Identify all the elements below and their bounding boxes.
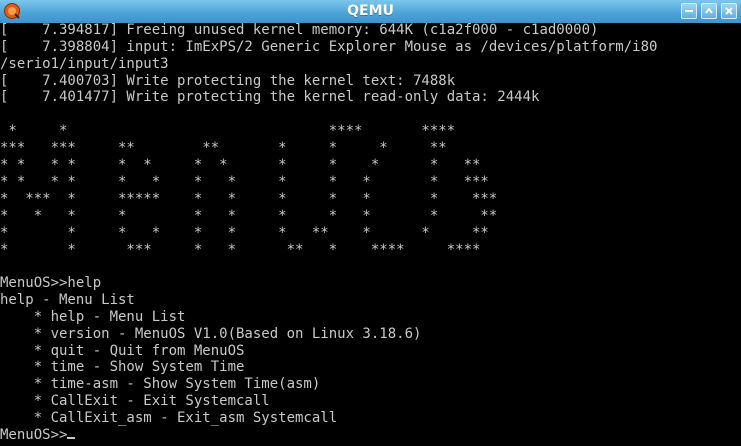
menuos-banner-line: * *** * ***** * * * * * * *** xyxy=(0,191,498,207)
kernel-log-line: [ 7.400703] Write protecting the kernel … xyxy=(0,73,456,89)
menuos-banner-line: * * * * * * * * * * * * ** xyxy=(0,157,481,173)
kernel-log-line: [ 7.398804] input: ImExPS/2 Generic Expl… xyxy=(0,39,658,55)
kernel-log-line: [ 7.394817] Freeing unused kernel memory… xyxy=(0,23,599,38)
shell-prompt: MenuOS>> xyxy=(0,427,68,443)
menu-item-time-asm: * time-asm - Show System Time(asm) xyxy=(0,376,321,392)
menu-item-quit: * quit - Quit from MenuOS xyxy=(0,343,245,359)
menu-item-time: * time - Show System Time xyxy=(0,359,245,375)
menuos-banner-line: * * **** **** xyxy=(0,123,456,139)
menuos-banner-line: * * * * * * * * * * * * *** xyxy=(0,174,489,190)
text-cursor xyxy=(67,437,76,439)
prompt-command-line: MenuOS>>help xyxy=(0,275,102,291)
menu-item-callexit-asm: * CallExit_asm - Exit_asm Systemcall xyxy=(0,410,338,426)
active-prompt-line[interactable]: MenuOS>> xyxy=(0,427,741,444)
minimize-button[interactable] xyxy=(681,3,697,19)
menuos-banner-line: * * * * * * * * * * ** xyxy=(0,208,498,224)
title-bar[interactable]: QEMU xyxy=(0,0,741,24)
maximize-icon xyxy=(705,7,713,14)
menuos-banner-line: * * *** * * ** * **** **** xyxy=(0,242,481,258)
minimize-icon xyxy=(685,10,693,12)
menu-item-help: * help - Menu List xyxy=(0,309,186,325)
menuos-banner-line: *** *** ** ** * * * ** xyxy=(0,140,447,156)
window-title: QEMU xyxy=(347,3,394,19)
menu-list-header: help - Menu List xyxy=(0,292,135,308)
kernel-log-line: [ 7.401477] Write protecting the kernel … xyxy=(0,89,540,105)
menu-item-callexit: * CallExit - Exit Systemcall xyxy=(0,393,270,409)
qemu-window: QEMU [ 7.394817] Freeing unused kernel m… xyxy=(0,0,741,446)
kernel-log-line: /serio1/input/input3 xyxy=(0,56,169,72)
close-icon xyxy=(725,7,733,15)
console-screen[interactable]: [ 7.394817] Freeing unused kernel memory… xyxy=(0,23,741,446)
maximize-button[interactable] xyxy=(701,3,717,19)
menu-item-version: * version - MenuOS V1.0(Based on Linux 3… xyxy=(0,326,422,342)
menuos-banner-line: * * * * * * * ** * * ** xyxy=(0,225,489,241)
close-button[interactable] xyxy=(721,3,737,19)
